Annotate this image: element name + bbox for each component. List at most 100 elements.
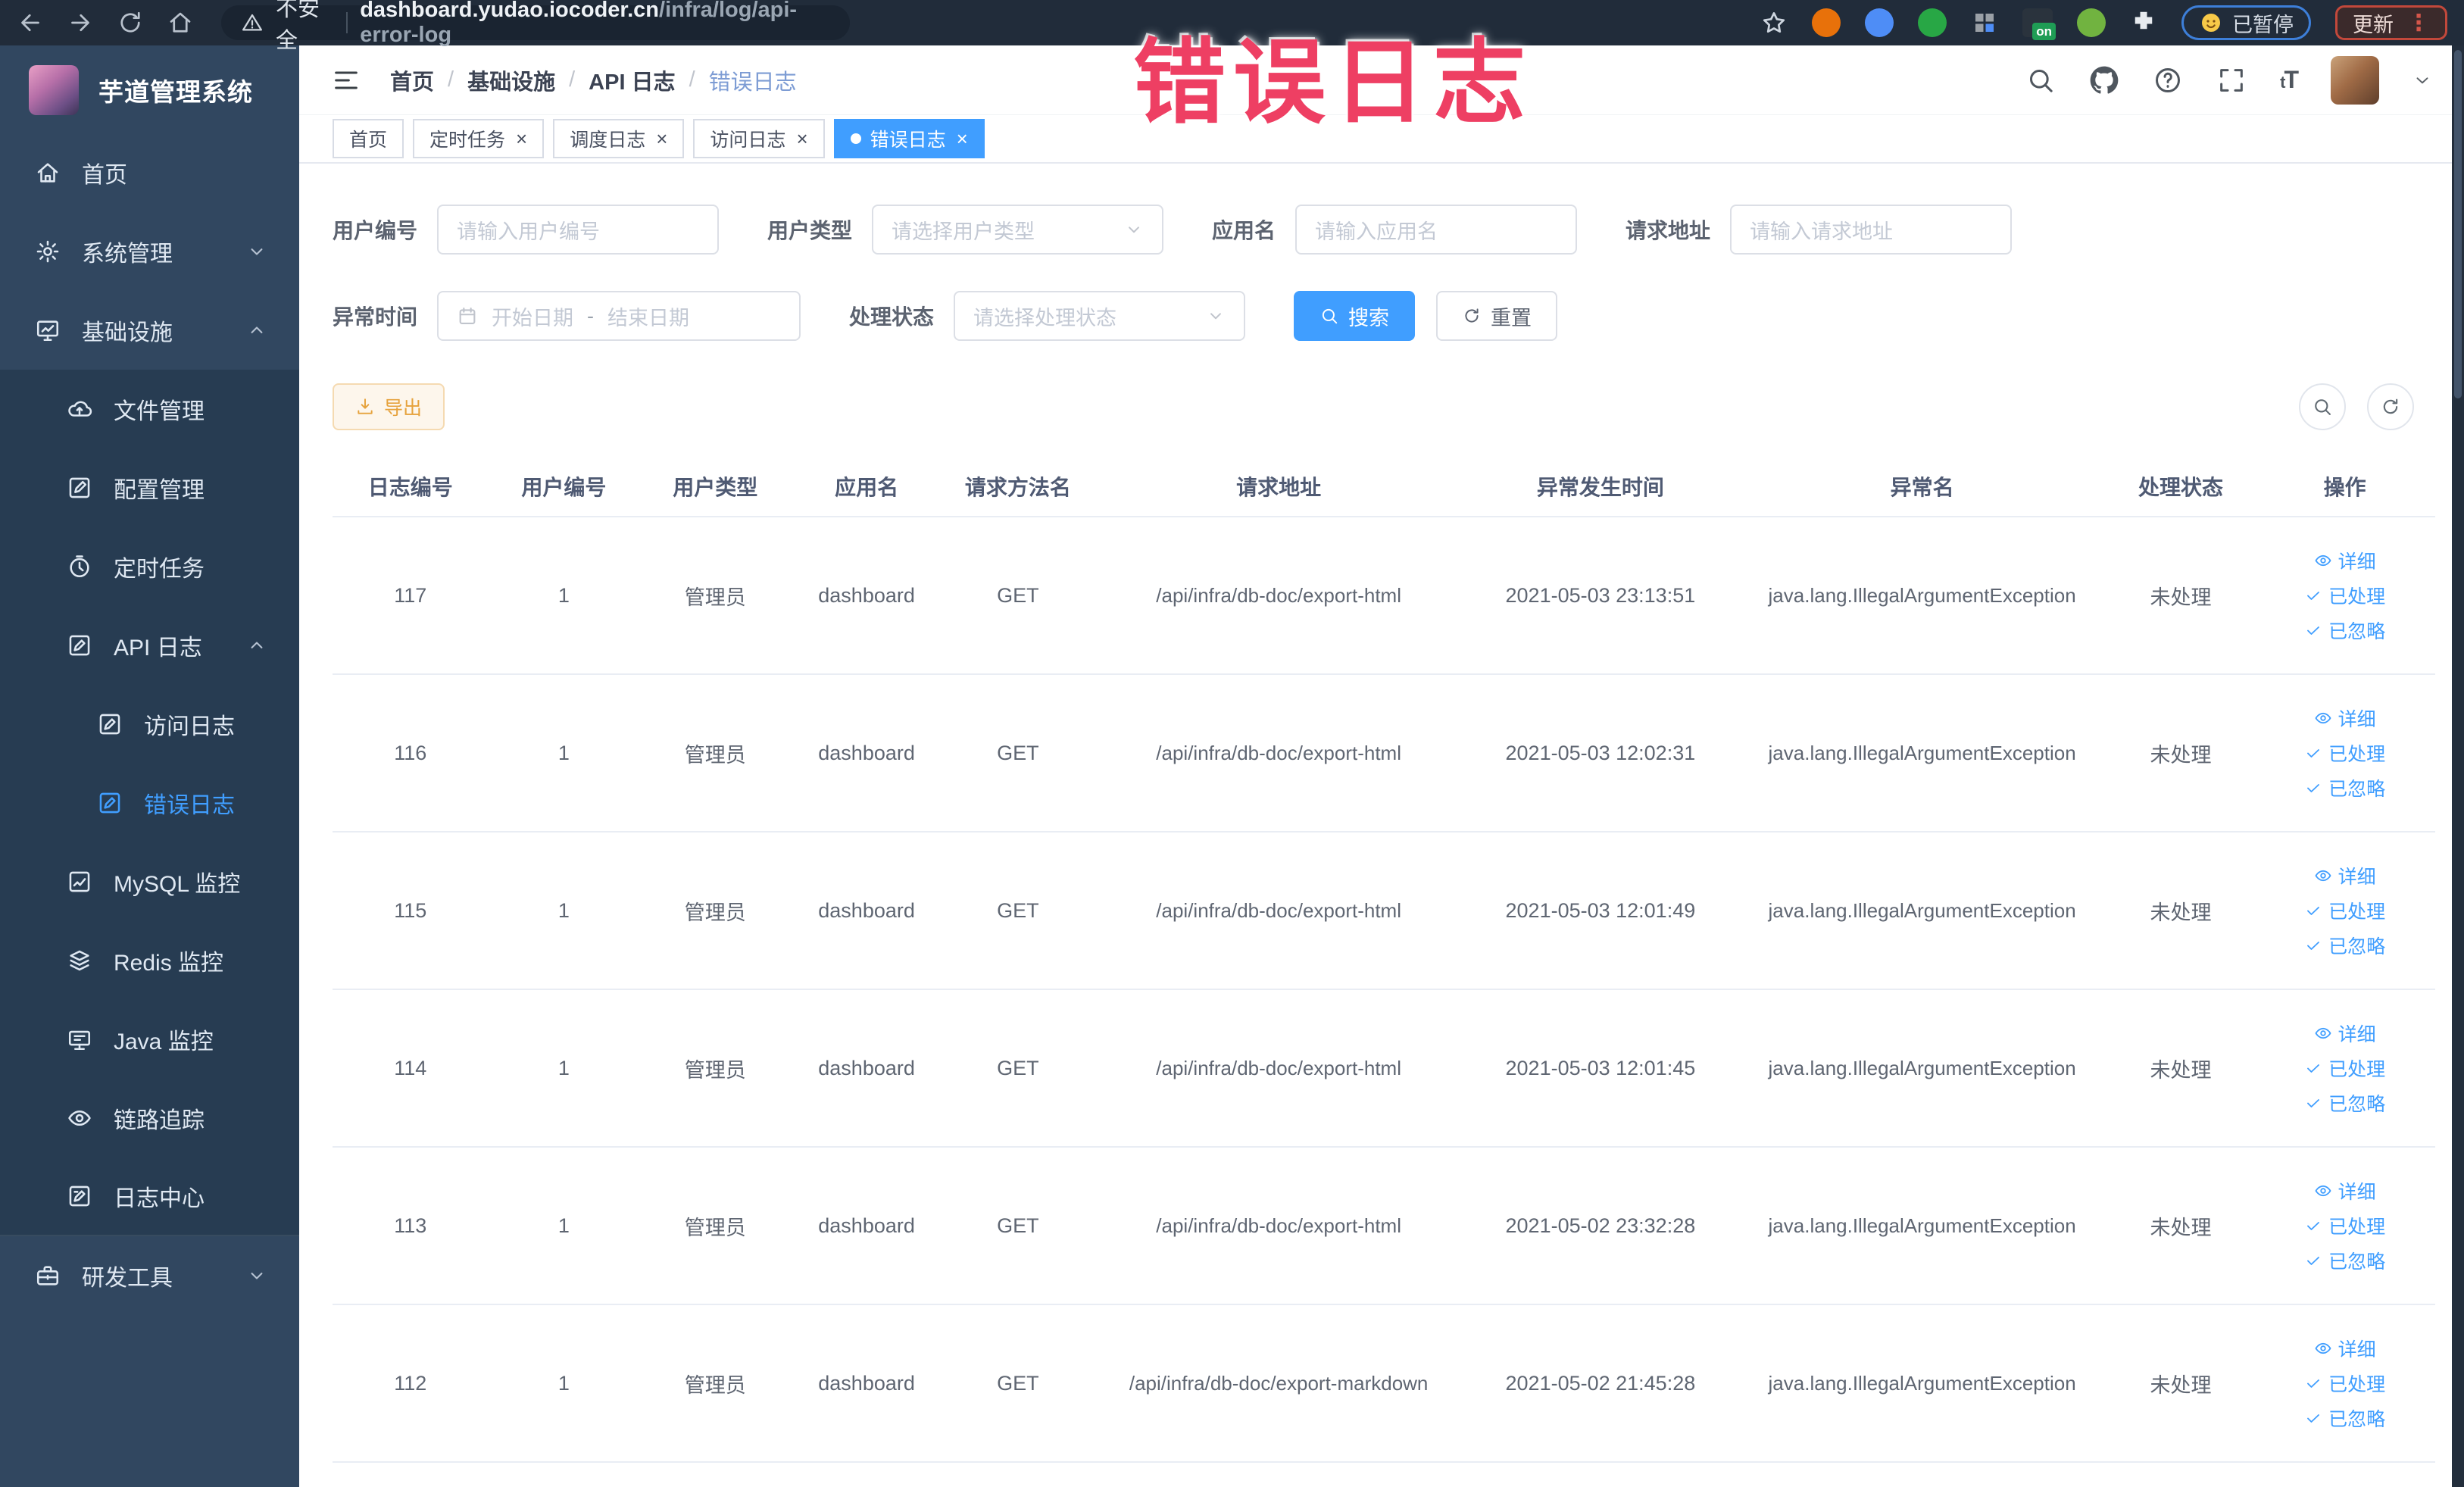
sidebar-item-label: 链路追踪: [114, 1108, 205, 1133]
process-status-select[interactable]: 请选择处理状态: [954, 291, 1246, 341]
close-icon[interactable]: ×: [656, 129, 667, 148]
sidebar-item-log[interactable]: 错误日志: [0, 764, 299, 842]
extension-on-switch-icon[interactable]: on: [2022, 8, 2056, 40]
breadcrumb-item[interactable]: 首页: [390, 64, 434, 96]
action-detail[interactable]: 详细: [2314, 547, 2376, 574]
cell-status: 未处理: [2106, 989, 2255, 1148]
sidebar-item-mysql[interactable]: MySQL 监控: [0, 842, 299, 921]
sidebar-item-infra[interactable]: 基础设施: [0, 291, 299, 370]
extension-blue-icon[interactable]: [1865, 8, 1894, 37]
extension-leaf-icon[interactable]: [2077, 8, 2106, 37]
sidebar-item-devtools[interactable]: 研发工具: [0, 1236, 299, 1315]
filter-app-name: 应用名 请输入应用名: [1212, 205, 1578, 255]
reload-icon[interactable]: [117, 9, 144, 36]
action-mark-ignored[interactable]: 已忽略: [2304, 932, 2385, 959]
close-icon[interactable]: ×: [957, 129, 968, 148]
action-mark-ignored[interactable]: 已忽略: [2304, 1247, 2385, 1274]
sidebar-item-timer[interactable]: 定时任务: [0, 527, 299, 606]
reset-button[interactable]: 重置: [1436, 291, 1558, 341]
sidebar-item-home[interactable]: 首页: [0, 133, 299, 212]
export-button[interactable]: 导出: [333, 383, 445, 430]
sidebar-item-redis[interactable]: Redis 监控: [0, 921, 299, 1000]
extension-grid-icon[interactable]: [1971, 9, 1998, 36]
cell-status: 未处理: [2106, 832, 2255, 990]
action-mark-processed[interactable]: 已处理: [2304, 1054, 2385, 1082]
action-detail[interactable]: 详细: [2314, 704, 2376, 732]
fullscreen-icon[interactable]: [2216, 65, 2247, 95]
cell-actions: 详细 已处理 已忽略: [2254, 832, 2435, 990]
cell-user-id: 1: [488, 674, 640, 833]
bookmark-star-icon[interactable]: [1760, 9, 1788, 36]
help-icon[interactable]: [2153, 65, 2183, 95]
action-mark-ignored[interactable]: 已忽略: [2304, 774, 2385, 801]
action-mark-ignored[interactable]: 已忽略: [2304, 617, 2385, 644]
table-row: 116 1 管理员 dashboard GET/api/infra/db-doc/exp…: [333, 674, 2435, 833]
refresh-table-button[interactable]: [2367, 383, 2414, 430]
action-detail[interactable]: 详细: [2314, 862, 2376, 889]
sidebar-item-log[interactable]: 访问日志: [0, 685, 299, 764]
sidebar-item-label: Redis 监控: [114, 951, 224, 976]
sidebar-item-logcenter[interactable]: 日志中心: [0, 1157, 299, 1236]
search-icon[interactable]: [2025, 65, 2056, 95]
app-name-input[interactable]: 请输入应用名: [1295, 205, 1578, 255]
cell-actions: 详细 已处理 已忽略: [2254, 989, 2435, 1148]
close-icon[interactable]: ×: [796, 129, 807, 148]
log-icon: [67, 633, 92, 658]
extension-orange-icon[interactable]: [1812, 8, 1841, 37]
github-icon[interactable]: [2089, 65, 2119, 95]
home-icon[interactable]: [167, 9, 194, 36]
tab-访问日志[interactable]: 访问日志 ×: [693, 119, 825, 158]
forward-icon[interactable]: [67, 9, 94, 36]
action-detail[interactable]: 详细: [2314, 1177, 2376, 1204]
tab-定时任务[interactable]: 定时任务 ×: [413, 119, 545, 158]
request-url-label: 请求地址: [1625, 219, 1711, 242]
gear-icon: [35, 239, 61, 264]
action-detail[interactable]: 详细: [2314, 1335, 2376, 1362]
browser-menu-icon[interactable]: ⋮: [2407, 10, 2430, 36]
user-id-input[interactable]: 请输入用户编号: [437, 205, 720, 255]
sidebar-header: 芋道管理系统: [0, 45, 299, 133]
close-icon[interactable]: ×: [516, 129, 527, 148]
download-icon: [355, 397, 375, 417]
action-detail[interactable]: 详细: [2314, 1020, 2376, 1047]
sidebar-item-java[interactable]: Java 监控: [0, 1000, 299, 1079]
font-size-icon[interactable]: tT: [2280, 66, 2299, 94]
breadcrumb-item[interactable]: API 日志: [589, 64, 675, 96]
sidebar-item-trace[interactable]: 链路追踪: [0, 1079, 299, 1157]
sidebar-item-gear[interactable]: 系统管理: [0, 212, 299, 291]
cell-user-id: 1: [488, 517, 640, 675]
scrollbar-thumb[interactable]: [2454, 50, 2462, 398]
url-bar[interactable]: 不安全 dashboard.yudao.iocoder.cn/infra/log…: [221, 0, 850, 53]
chevron-down-icon[interactable]: [2412, 70, 2432, 90]
action-mark-ignored[interactable]: 已忽略: [2304, 1404, 2385, 1432]
user-type-select[interactable]: 请选择用户类型: [872, 205, 1164, 255]
action-mark-ignored[interactable]: 已忽略: [2304, 1089, 2385, 1117]
breadcrumb-item[interactable]: 基础设施: [467, 64, 555, 96]
action-mark-processed[interactable]: 已处理: [2304, 739, 2385, 767]
update-button[interactable]: 更新 ⋮: [2335, 5, 2447, 40]
action-mark-processed[interactable]: 已处理: [2304, 1212, 2385, 1239]
window-scrollbar[interactable]: [2452, 45, 2464, 1487]
request-url-input[interactable]: 请输入请求地址: [1730, 205, 2013, 255]
action-mark-processed[interactable]: 已处理: [2304, 1370, 2385, 1397]
tab-首页[interactable]: 首页: [333, 119, 404, 158]
tab-调度日志[interactable]: 调度日志 ×: [553, 119, 685, 158]
action-mark-processed[interactable]: 已处理: [2304, 582, 2385, 609]
extensions-puzzle-icon[interactable]: [2130, 9, 2157, 36]
extension-green-icon[interactable]: [1918, 8, 1947, 37]
search-button[interactable]: 搜索: [1294, 291, 1416, 341]
paused-badge[interactable]: 已暂停: [2181, 5, 2311, 40]
sidebar-item-config[interactable]: 配置管理: [0, 448, 299, 527]
sidebar-collapse-icon[interactable]: [331, 65, 361, 95]
exception-time-range-picker[interactable]: 开始日期 - 结束日期: [437, 291, 801, 341]
home-icon: [35, 160, 61, 186]
toggle-search-button[interactable]: [2299, 383, 2346, 430]
action-mark-processed[interactable]: 已处理: [2304, 897, 2385, 924]
sidebar-item-file[interactable]: 文件管理: [0, 370, 299, 448]
table-row: 115 1 管理员 dashboard GET/api/infra/db-doc/exp…: [333, 832, 2435, 990]
back-icon[interactable]: [17, 9, 44, 36]
cell-user-id: 1: [488, 1147, 640, 1305]
sidebar-item-log[interactable]: API 日志: [0, 606, 299, 685]
user-avatar[interactable]: [2331, 55, 2379, 105]
tab-错误日志[interactable]: 错误日志 ×: [833, 119, 985, 158]
